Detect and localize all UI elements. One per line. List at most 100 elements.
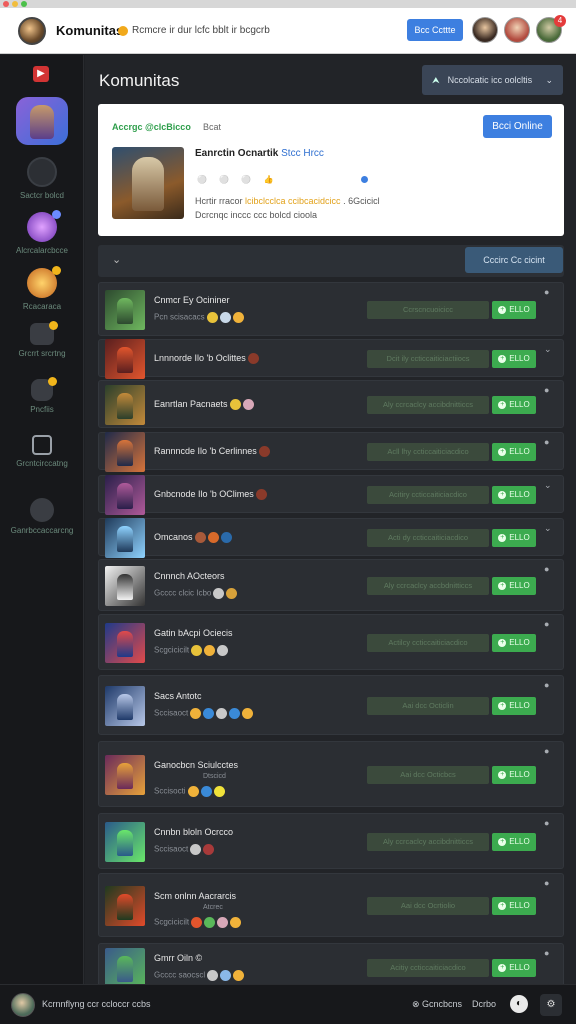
community-row[interactable]: Rannncde Ilo 'b Cerlinnes Acll lhy ccticc… (98, 432, 564, 472)
join-button[interactable]: + ELLO (492, 577, 536, 595)
community-title-text: Rannncde Ilo 'b Cerlinnes (154, 446, 257, 456)
main-panel: Komunitas ⮝ Nccolcatic icc oolcltis ⌄ Acc… (85, 55, 576, 991)
create-community-button[interactable]: Cccirc Cc cicint (465, 247, 563, 273)
join-button[interactable]: + ELLO (492, 833, 536, 851)
collapse-toggle-icon[interactable]: ⌄ (112, 253, 121, 266)
app-logo[interactable] (18, 17, 46, 45)
more-options-icon[interactable]: ● (544, 564, 549, 574)
sidebar-item-chat[interactable]: Grcrrt srcrtng (0, 321, 84, 358)
reaction-icon (242, 708, 254, 719)
community-title-text: Eanrtlan Pacnaets (154, 399, 228, 409)
avatar[interactable] (472, 17, 498, 43)
join-label: ELLO (509, 305, 530, 314)
bottom-bar: Kcrnnflyng ccr ccloccr ccbs ⊗ Gcncbcns D… (0, 984, 576, 1024)
community-status: Acti dy ccticcaiticiacdico (367, 529, 489, 547)
close-window-icon[interactable] (3, 1, 9, 7)
sidebar-item-account[interactable]: Ganrbccaccarcng (0, 498, 84, 535)
sidebar-item-profile[interactable]: Pncfiis (0, 377, 84, 414)
community-row[interactable]: Gnbcnode Ilo 'b OClimes Acitiry ccticcait… (98, 475, 564, 515)
join-button[interactable]: + ELLO (492, 301, 536, 319)
join-button[interactable]: + ELLO (492, 350, 536, 368)
reaction-icon (191, 645, 203, 656)
more-options-icon[interactable]: ● (544, 619, 549, 629)
community-thumbnail (105, 623, 145, 663)
community-row[interactable]: Cnmcr Ey Ocininer Pcn scisacacs Ccrscncuoi… (98, 282, 564, 336)
reaction-icon (206, 312, 218, 323)
community-row[interactable]: Lnnnorde Ilo 'b Oclittes Dcit ily ccticca… (98, 339, 564, 379)
plus-icon: + (498, 963, 507, 972)
section-bar: ⌄ Cccirc Cc cicint (98, 245, 564, 277)
join-button[interactable]: + ELLO (492, 486, 536, 504)
join-button[interactable]: + ELLO (492, 897, 536, 915)
community-members: Sccisaoct (154, 844, 215, 855)
galaxy-icon (27, 210, 61, 242)
join-button[interactable]: + ELLO (492, 529, 536, 547)
featured-community-card[interactable]: Accrgc @clcBicco Bcat Bcci Online Eanrct… (98, 104, 564, 236)
settings-icon[interactable]: ⚙ (540, 994, 562, 1016)
community-thumbnail (105, 432, 145, 472)
minimize-window-icon[interactable] (12, 1, 18, 7)
avatar[interactable] (11, 993, 35, 1017)
sidebar-item-galaxy[interactable]: Alcrcalarcbcce (0, 210, 84, 255)
more-options-icon[interactable]: ● (544, 385, 549, 395)
plus-icon: + (498, 770, 507, 779)
sidebar-item-rewards[interactable]: Rcacaraca (0, 266, 84, 311)
join-label: ELLO (509, 533, 530, 542)
community-row[interactable]: Omcanos Acti dy ccticcaiticiacdico + ELLO ⌄ (98, 518, 564, 558)
more-options-icon[interactable]: ● (544, 680, 549, 690)
maximize-window-icon[interactable] (21, 1, 27, 7)
more-options-icon[interactable]: ⌄ (544, 523, 552, 534)
community-status: Dcit ily ccticcaiticiactiiocs (367, 350, 489, 368)
play-icon[interactable]: ▶ (33, 66, 49, 82)
filter-dropdown[interactable]: ⮝ Nccolcatic icc oolcltis ⌄ (422, 65, 563, 95)
community-row[interactable]: Scm onlnn Aacrarcis Atcrec Scgcicicilt Aai … (98, 873, 564, 937)
reaction-icon (213, 588, 225, 599)
community-title: Lnnnorde Ilo 'b Oclittes (154, 353, 259, 365)
community-row[interactable]: Cnnbn bloln Ocrcco Sccisaoct Aly ccrcaclcy… (98, 813, 564, 869)
join-button[interactable]: + ELLO (492, 443, 536, 461)
more-options-icon[interactable]: ● (544, 878, 549, 888)
sidebar-item-sports[interactable]: Sactcr bolcd (0, 157, 84, 200)
community-status: Aly ccrcaclcy accbdnitticcs (367, 577, 489, 595)
community-row[interactable]: Gatin bAcpi Ociecis Scgcicicilt Actilcy cc… (98, 614, 564, 670)
featured-heading-secondary: Bcat (203, 122, 222, 132)
community-row[interactable]: Sacs Antotc Sccisaoct Aai dcc Octiclin + ELL… (98, 675, 564, 735)
community-title-text: Gnbcnode Ilo 'b OClimes (154, 489, 254, 499)
community-members-text: Sccisocti (154, 786, 186, 796)
plus-icon: + (498, 400, 507, 409)
join-button[interactable]: + ELLO (492, 766, 536, 784)
community-title: Scm onlnn Aacrarcis (154, 891, 236, 901)
active-community-icon[interactable] (16, 97, 68, 145)
topbar-action-button[interactable]: Bcc Ccttte (407, 19, 463, 41)
join-label: ELLO (509, 837, 530, 846)
join-button[interactable]: + ELLO (492, 697, 536, 715)
more-options-icon[interactable]: ● (544, 437, 549, 447)
bottom-link-2[interactable]: Dcrbo (472, 999, 496, 1009)
join-label: ELLO (509, 447, 530, 456)
more-options-icon[interactable]: ● (544, 948, 549, 958)
sidebar-item-inbox[interactable]: Grcntcirccatng (0, 435, 84, 468)
reaction-icon (203, 844, 215, 855)
featured-join-button[interactable]: Bcci Online (483, 115, 552, 138)
more-options-icon[interactable]: ● (544, 746, 549, 756)
more-options-icon[interactable]: ● (544, 818, 549, 828)
reaction-icon (247, 353, 259, 365)
join-button[interactable]: + ELLO (492, 396, 536, 414)
filter-icon: ⮝ (432, 75, 440, 85)
info-icon[interactable] (361, 176, 368, 183)
join-button[interactable]: + ELLO (492, 959, 536, 977)
more-options-icon[interactable]: ⌄ (544, 480, 552, 491)
more-options-icon[interactable]: ⌄ (544, 344, 552, 355)
community-row[interactable]: Eanrtlan Pacnaets Aly ccrcaclcy accibdnit… (98, 380, 564, 428)
community-title-text: Scm onlnn Aacrarcis (154, 891, 237, 901)
featured-name: Eanrctin Ocnartik Stcc Hrcc (195, 148, 324, 159)
community-row[interactable]: Cnnnch AOcteors Gcccc clcic Icbo Aly ccrca… (98, 559, 564, 611)
more-options-icon[interactable]: ● (544, 287, 549, 297)
theme-toggle-icon[interactable]: ◐ (510, 995, 528, 1013)
community-row[interactable]: Ganocbcn Sciulcctes Dtscicd Sccisocti Aai d… (98, 741, 564, 807)
avatar[interactable] (504, 17, 530, 43)
chevron-down-icon: ⌄ (545, 75, 553, 85)
join-button[interactable]: + ELLO (492, 634, 536, 652)
community-title: Ganocbcn Sciulcctes (154, 760, 238, 770)
bottom-link-1[interactable]: ⊗ Gcncbcns (412, 999, 462, 1010)
